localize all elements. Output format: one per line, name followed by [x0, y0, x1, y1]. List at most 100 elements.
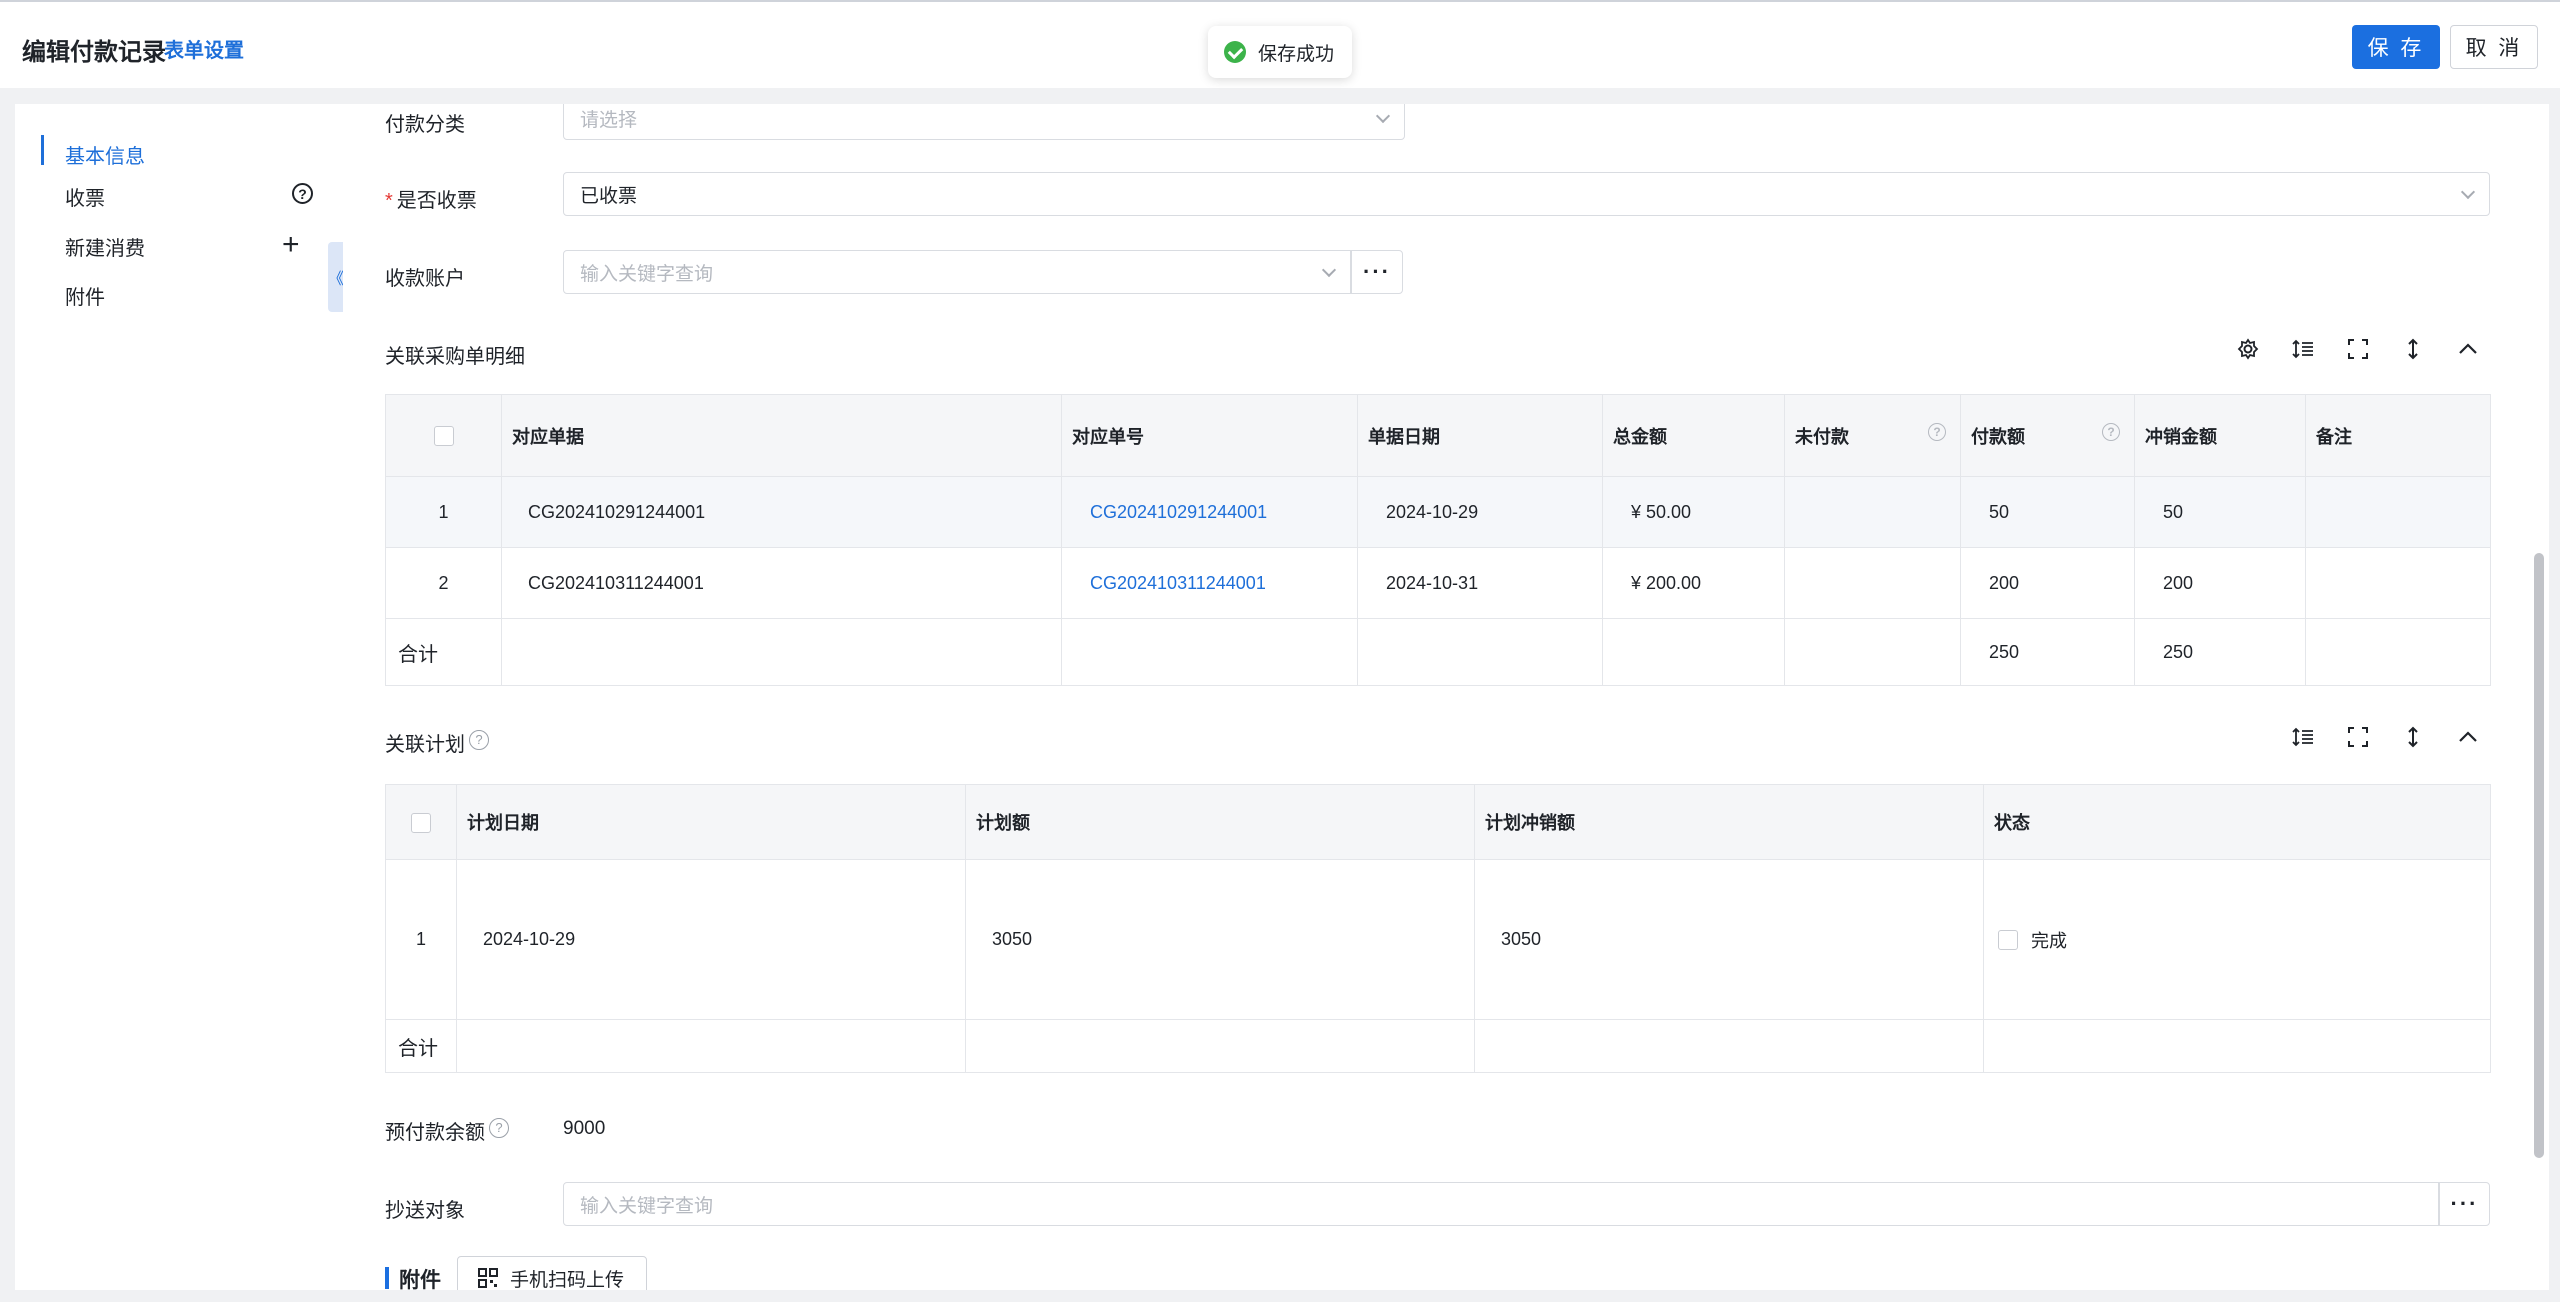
column-header[interactable]: 总金额 — [1602, 394, 1785, 477]
sidebar-item-new-expense[interactable]: 新建消费 — [65, 232, 145, 261]
column-header-paid[interactable]: 付款额? — [1960, 394, 2135, 477]
question-icon[interactable]: ? — [1928, 422, 1946, 441]
doc-no-link[interactable]: CG202410291244001 — [1061, 476, 1358, 548]
plan-date-cell[interactable]: 2024-10-29 — [456, 859, 966, 1020]
column-header-unpaid[interactable]: 未付款? — [1784, 394, 1961, 477]
select-all-checkbox[interactable] — [411, 812, 431, 833]
plan-amount-cell[interactable]: 3050 — [965, 859, 1475, 1020]
fullscreen-icon[interactable] — [2344, 723, 2372, 751]
total-label: 合计 — [385, 1019, 457, 1073]
note-cell[interactable] — [2305, 476, 2491, 548]
receiving-account-placeholder: 输入关键字查询 — [580, 263, 714, 285]
receiving-account-more-button[interactable]: ··· — [1351, 250, 1403, 294]
plan-status-cell: 完成 — [1983, 859, 2491, 1020]
date-cell: 2024-10-31 — [1357, 547, 1603, 619]
cc-input[interactable]: 输入关键字查询 — [563, 1182, 2439, 1226]
collapse-sidebar-handle[interactable]: 《 — [328, 242, 344, 312]
row-height-icon[interactable] — [2289, 335, 2317, 363]
plan-writeoff-cell[interactable]: 3050 — [1474, 859, 1984, 1020]
cc-more-button[interactable]: ··· — [2439, 1182, 2490, 1226]
table-header-row: 对应单据 对应单号 单据日期 总金额 未付款? 付款额? 冲销金额 备注 — [385, 394, 2491, 477]
qrcode-icon — [478, 1268, 498, 1288]
invoice-received-label: * 是否收票 — [385, 184, 477, 213]
cancel-button[interactable]: 取 消 — [2450, 25, 2538, 69]
section-marker — [385, 1267, 389, 1289]
chevron-down-icon — [1375, 108, 1391, 124]
total-cell: ¥ 200.00 — [1602, 547, 1785, 619]
column-header-label: 付款额 — [1971, 426, 2025, 447]
prepay-balance-value: 9000 — [563, 1118, 606, 1139]
empty-cell — [1474, 1019, 1984, 1073]
doc-cell: CG202410311244001 — [501, 547, 1062, 619]
attachment-title: 附件 — [399, 1269, 441, 1290]
empty-cell — [1357, 618, 1603, 686]
page-title: 编辑付款记录 — [22, 39, 166, 66]
empty-cell — [2305, 618, 2491, 686]
fullscreen-icon[interactable] — [2344, 335, 2372, 363]
column-header[interactable]: 单据日期 — [1357, 394, 1603, 477]
table-total-row: 合计 250 250 — [385, 618, 2491, 686]
purchase-section-title: 关联采购单明细 — [385, 346, 525, 368]
prepay-balance-label: 预付款余额 — [385, 1122, 485, 1144]
empty-cell — [1061, 618, 1358, 686]
question-icon[interactable]: ? — [469, 730, 489, 750]
paid-cell[interactable]: 200 — [1960, 547, 2135, 619]
status-label: 完成 — [2031, 930, 2068, 951]
table-row[interactable]: 2 CG202410311244001 CG202410311244001 20… — [385, 547, 2491, 619]
paid-cell[interactable]: 50 — [1960, 476, 2135, 548]
select-all-checkbox[interactable] — [433, 426, 454, 447]
note-cell[interactable] — [2305, 547, 2491, 619]
cc-label: 抄送对象 — [385, 1200, 465, 1222]
question-icon[interactable]: ? — [2102, 422, 2120, 441]
unpaid-cell — [1784, 547, 1961, 619]
empty-cell — [456, 1019, 966, 1073]
row-index: 1 — [385, 476, 502, 548]
row-index: 1 — [385, 859, 457, 1020]
receiving-account-input[interactable]: 输入关键字查询 — [563, 250, 1351, 294]
column-header[interactable]: 对应单据 — [501, 394, 1062, 477]
column-header[interactable]: 计划额 — [965, 784, 1475, 860]
table-row[interactable]: 1 CG202410291244001 CG202410291244001 20… — [385, 476, 2491, 548]
column-header[interactable]: 计划日期 — [456, 784, 966, 860]
status-checkbox[interactable] — [1998, 929, 2018, 950]
top-header: 编辑付款记录 表单设置 保存成功 保 存 取 消 — [0, 0, 2560, 88]
invoice-received-select[interactable]: 已收票 — [563, 172, 2490, 216]
doc-no-link[interactable]: CG202410311244001 — [1061, 547, 1358, 619]
form-settings-link[interactable]: 表单设置 — [164, 34, 244, 63]
receiving-account-label: 收款账户 — [385, 268, 465, 290]
required-mark: * — [385, 190, 393, 212]
row-height-icon[interactable] — [2289, 723, 2317, 751]
invoice-received-label-text: 是否收票 — [396, 190, 477, 212]
settings-icon[interactable] — [2234, 335, 2262, 363]
scan-upload-button[interactable]: 手机扫码上传 — [457, 1256, 647, 1290]
total-writeoff: 250 — [2134, 618, 2306, 686]
column-header[interactable]: 状态 — [1983, 784, 2491, 860]
expand-vertical-icon[interactable] — [2399, 723, 2427, 751]
column-header[interactable]: 备注 — [2305, 394, 2491, 477]
chevron-up-icon[interactable] — [2454, 723, 2482, 751]
question-icon[interactable]: ? — [292, 183, 313, 204]
select-all-cell — [385, 784, 457, 860]
plus-icon[interactable]: + — [282, 230, 300, 260]
toast-message: 保存成功 — [1258, 43, 1335, 65]
question-icon[interactable]: ? — [489, 1118, 509, 1138]
sidebar-item-invoice[interactable]: 收票 — [65, 182, 105, 211]
payment-category-placeholder: 请选择 — [580, 109, 638, 131]
payment-category-select[interactable]: 请选择 — [563, 104, 1405, 140]
empty-cell — [1983, 1019, 2491, 1073]
row-index: 2 — [385, 547, 502, 619]
empty-cell — [1784, 618, 1961, 686]
sidebar-item-basic-info[interactable]: 基本信息 — [65, 140, 145, 169]
writeoff-cell[interactable]: 50 — [2134, 476, 2306, 548]
column-header[interactable]: 对应单号 — [1061, 394, 1358, 477]
table-row[interactable]: 1 2024-10-29 3050 3050 完成 — [385, 859, 2491, 1020]
column-header[interactable]: 计划冲销额 — [1474, 784, 1984, 860]
save-button[interactable]: 保 存 — [2352, 25, 2440, 69]
vertical-scrollbar[interactable] — [2534, 553, 2544, 1158]
sidebar-item-attachment[interactable]: 附件 — [65, 281, 105, 310]
check-circle-icon — [1224, 41, 1246, 63]
column-header[interactable]: 冲销金额 — [2134, 394, 2306, 477]
writeoff-cell[interactable]: 200 — [2134, 547, 2306, 619]
chevron-up-icon[interactable] — [2454, 335, 2482, 363]
expand-vertical-icon[interactable] — [2399, 335, 2427, 363]
